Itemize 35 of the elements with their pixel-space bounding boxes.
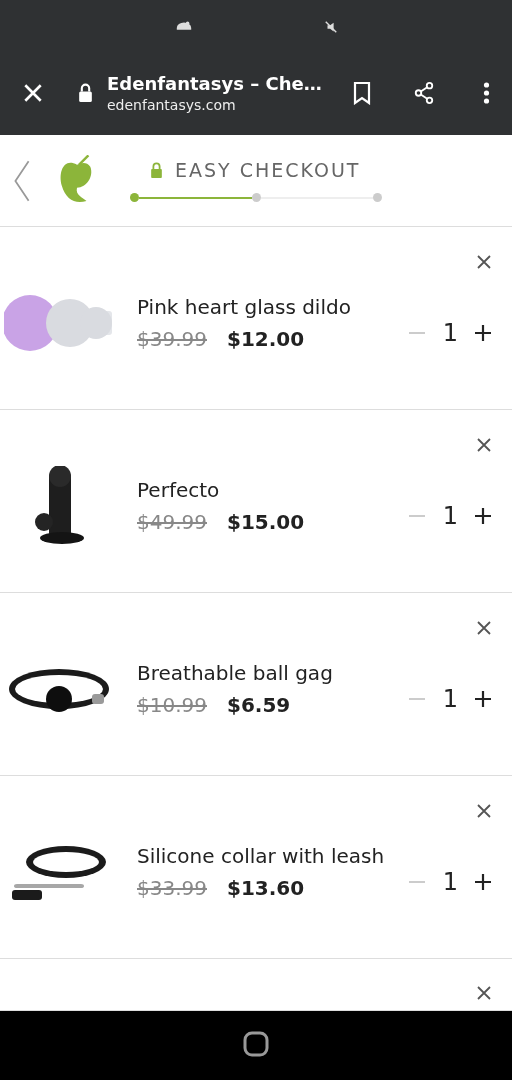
original-price: $33.99 xyxy=(137,876,207,900)
product-name[interactable]: Breathable ball gag xyxy=(137,661,333,685)
product-name[interactable]: Perfecto xyxy=(137,478,305,502)
bookmark-icon[interactable] xyxy=(351,80,373,105)
close-icon[interactable] xyxy=(477,438,491,452)
plus-icon[interactable] xyxy=(474,873,492,891)
original-price: $10.99 xyxy=(137,693,207,717)
close-icon[interactable] xyxy=(477,255,491,269)
home-icon[interactable] xyxy=(243,1031,269,1057)
menu-icon[interactable] xyxy=(483,80,490,105)
close-icon[interactable] xyxy=(477,804,491,818)
sale-price: $12.00 xyxy=(227,327,305,351)
quantity-value: 1 xyxy=(442,685,458,713)
plus-icon[interactable] xyxy=(474,507,492,525)
plus-icon[interactable] xyxy=(474,690,492,708)
original-price: $49.99 xyxy=(137,510,207,534)
sale-price: $15.00 xyxy=(227,510,305,534)
sale-price: $13.60 xyxy=(227,876,305,900)
product-name[interactable]: Silicone collar with leash xyxy=(137,844,385,868)
page-url: edenfantasys.com xyxy=(107,96,237,113)
product-name[interactable]: Pink heart glass dildo xyxy=(137,295,351,319)
lock-icon xyxy=(150,162,163,178)
checkout-title: EASY CHECKOUT xyxy=(175,159,361,181)
lock-icon xyxy=(78,83,93,102)
quantity-value: 1 xyxy=(442,502,458,530)
share-icon[interactable] xyxy=(413,80,435,105)
original-price: $39.99 xyxy=(137,327,207,351)
close-icon[interactable] xyxy=(477,986,491,1000)
close-icon[interactable] xyxy=(477,621,491,635)
quantity-value: 1 xyxy=(442,319,458,347)
back-icon[interactable] xyxy=(12,158,32,203)
quantity-value: 1 xyxy=(442,868,458,896)
page-title: Edenfantasys – Che… xyxy=(107,72,323,94)
sale-price: $6.59 xyxy=(227,693,291,717)
plus-icon[interactable] xyxy=(474,324,492,342)
